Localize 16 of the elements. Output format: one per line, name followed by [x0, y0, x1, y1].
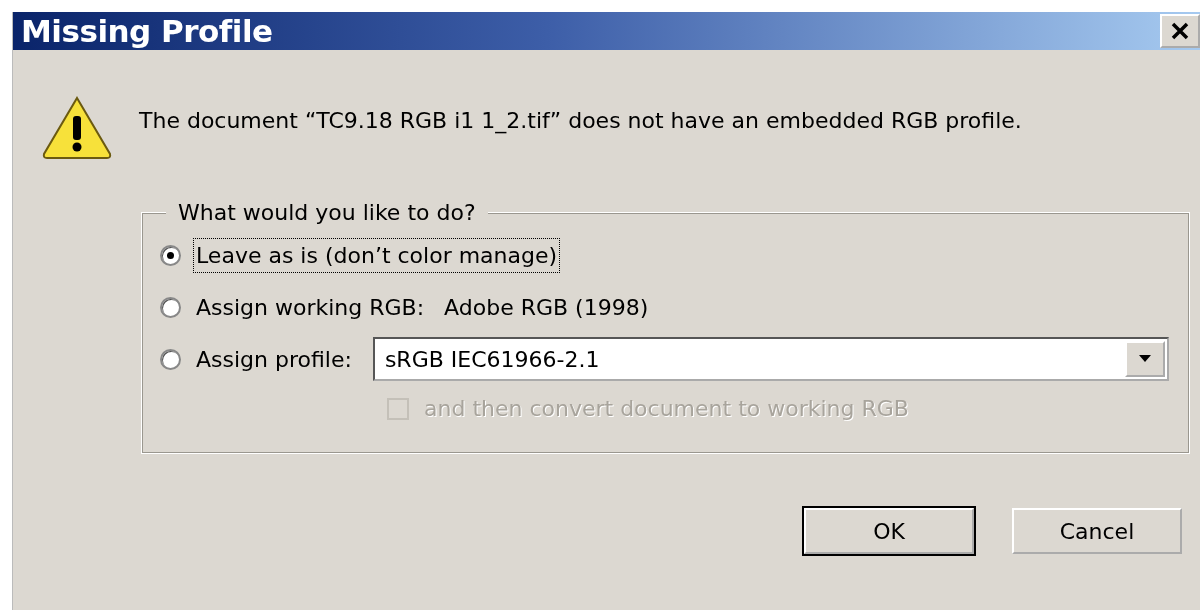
- window-title: Missing Profile: [21, 15, 273, 47]
- radio-button[interactable]: [160, 348, 181, 370]
- option-label[interactable]: Assign profile:: [193, 341, 355, 377]
- profile-name: Adobe RGB (1998): [443, 293, 650, 322]
- warning-icon: [41, 94, 113, 160]
- message-text: The document “TC9.18 RGB i1 1_2.tif” does not have an embedded RGB profile.: [139, 107, 1022, 136]
- dialog-button[interactable]: OK: [804, 508, 974, 554]
- radio-button[interactable]: [160, 296, 181, 318]
- dialog-button[interactable]: Cancel: [1012, 508, 1182, 554]
- profile-dropdown[interactable]: sRGB IEC61966-2.1: [372, 337, 1169, 381]
- dropdown-arrow-icon: [1138, 355, 1152, 363]
- close-button[interactable]: [1160, 14, 1200, 48]
- radio-button[interactable]: [160, 244, 181, 266]
- option-label[interactable]: Assign working RGB:: [193, 289, 428, 325]
- option-label[interactable]: Leave as is (don’t color manage): [193, 237, 561, 273]
- close-icon: [1170, 21, 1190, 41]
